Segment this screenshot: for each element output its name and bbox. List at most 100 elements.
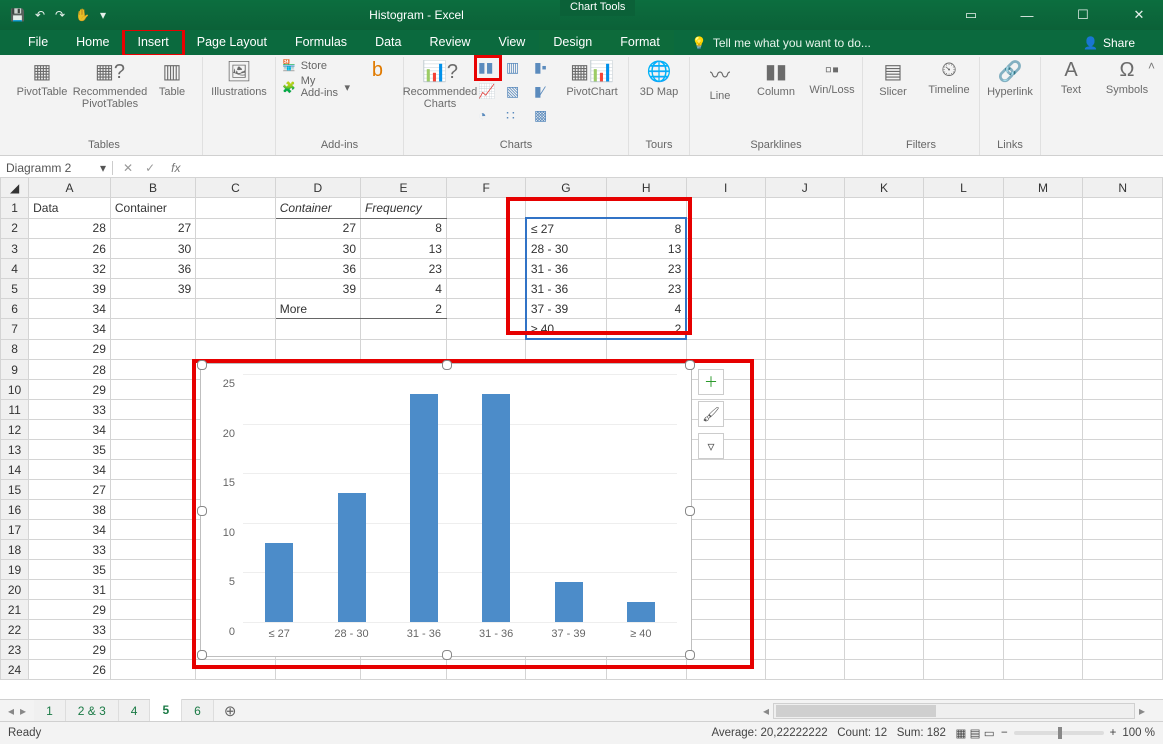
cell-N20[interactable] [1083, 580, 1163, 600]
row-header-17[interactable]: 17 [1, 520, 29, 540]
cell-L7[interactable] [924, 319, 1003, 340]
chart-filters-button[interactable]: ▿ [698, 433, 724, 459]
cell-M20[interactable] [1003, 580, 1083, 600]
cell-A12[interactable]: 34 [29, 420, 111, 440]
cell-B6[interactable] [110, 299, 195, 319]
cell-J14[interactable] [765, 460, 844, 480]
cell-L4[interactable] [924, 259, 1003, 279]
cell-L5[interactable] [924, 279, 1003, 299]
row-header-22[interactable]: 22 [1, 620, 29, 640]
redo-icon[interactable]: ↷ [55, 8, 65, 22]
row-header-20[interactable]: 20 [1, 580, 29, 600]
cell-A21[interactable]: 29 [29, 600, 111, 620]
cell-L17[interactable] [924, 520, 1003, 540]
cell-A14[interactable]: 34 [29, 460, 111, 480]
cell-D2[interactable]: 27 [275, 218, 360, 239]
row-header-10[interactable]: 10 [1, 380, 29, 400]
cell-J24[interactable] [765, 660, 844, 680]
cell-B14[interactable] [110, 460, 195, 480]
zoom-in-icon[interactable]: + [1110, 727, 1117, 739]
cell-N7[interactable] [1083, 319, 1163, 340]
cell-A11[interactable]: 33 [29, 400, 111, 420]
cell-E4[interactable]: 23 [361, 259, 447, 279]
new-sheet-button[interactable]: ⊕ [214, 702, 247, 720]
statistic-chart-button[interactable]: ▮▪ [534, 59, 554, 77]
cell-N12[interactable] [1083, 420, 1163, 440]
cell-E2[interactable]: 8 [361, 218, 447, 239]
cell-J18[interactable] [765, 540, 844, 560]
cell-B17[interactable] [110, 520, 195, 540]
qat-more-icon[interactable]: ▾ [100, 8, 106, 22]
cell-B24[interactable] [110, 660, 195, 680]
worksheet-grid[interactable]: ◢ABCDEFGHIJKLMN1DataContainerContainerFr… [0, 177, 1163, 700]
cell-B15[interactable] [110, 480, 195, 500]
cell-A8[interactable]: 29 [29, 339, 111, 360]
illustrations-button[interactable]: 🖼Illustrations [209, 59, 269, 98]
slicer-button[interactable]: ▤Slicer [869, 59, 917, 98]
cell-J1[interactable] [765, 198, 844, 219]
cell-M1[interactable] [1003, 198, 1083, 219]
cell-K7[interactable] [844, 319, 923, 340]
column-header-E[interactable]: E [361, 178, 447, 198]
tab-file[interactable]: File [14, 30, 62, 55]
cell-L21[interactable] [924, 600, 1003, 620]
column-header-M[interactable]: M [1003, 178, 1083, 198]
cell-K11[interactable] [844, 400, 923, 420]
cell-F8[interactable] [446, 339, 525, 360]
cell-M13[interactable] [1003, 440, 1083, 460]
tab-view[interactable]: View [484, 30, 539, 55]
column-chart-button[interactable]: ▮▮ [478, 59, 498, 77]
select-all-cell[interactable]: ◢ [1, 178, 29, 198]
store-button[interactable]: 🏪Store [282, 59, 327, 72]
sheet-tab-5[interactable]: 5 [150, 699, 182, 723]
cell-N11[interactable] [1083, 400, 1163, 420]
3d-map-button[interactable]: 🌐3D Map [635, 59, 683, 98]
cell-B19[interactable] [110, 560, 195, 580]
cell-I20[interactable] [686, 580, 765, 600]
table-button[interactable]: ▥Table [148, 59, 196, 98]
zoom-value[interactable]: 100 % [1122, 727, 1155, 739]
cell-B7[interactable] [110, 319, 195, 340]
line-chart-button[interactable]: 📈 [478, 83, 498, 101]
cell-A9[interactable]: 28 [29, 360, 111, 380]
cell-J16[interactable] [765, 500, 844, 520]
fx-icon[interactable]: fx [171, 161, 180, 175]
cell-I16[interactable] [686, 500, 765, 520]
cell-K13[interactable] [844, 440, 923, 460]
cell-N1[interactable] [1083, 198, 1163, 219]
cell-M2[interactable] [1003, 218, 1083, 239]
cell-A24[interactable]: 26 [29, 660, 111, 680]
row-header-14[interactable]: 14 [1, 460, 29, 480]
chart-elements-button[interactable]: ＋ [698, 369, 724, 395]
cell-N18[interactable] [1083, 540, 1163, 560]
save-icon[interactable]: 💾 [10, 8, 25, 22]
cell-N4[interactable] [1083, 259, 1163, 279]
chart-styles-button[interactable]: 🖌 [698, 401, 724, 427]
cell-J21[interactable] [765, 600, 844, 620]
cell-L12[interactable] [924, 420, 1003, 440]
sheet-nav-next-icon[interactable]: ▸ [20, 704, 26, 718]
cell-J13[interactable] [765, 440, 844, 460]
cell-I17[interactable] [686, 520, 765, 540]
cell-K18[interactable] [844, 540, 923, 560]
cell-A5[interactable]: 39 [29, 279, 111, 299]
text-button[interactable]: AText [1047, 59, 1095, 96]
sparkline-column-button[interactable]: ▮▮Column [752, 59, 800, 98]
bar-1[interactable] [338, 493, 366, 622]
row-header-7[interactable]: 7 [1, 319, 29, 340]
cell-L22[interactable] [924, 620, 1003, 640]
cell-K15[interactable] [844, 480, 923, 500]
cell-N9[interactable] [1083, 360, 1163, 380]
cell-E5[interactable]: 4 [361, 279, 447, 299]
cell-K5[interactable] [844, 279, 923, 299]
sheet-tab-2and3[interactable]: 2 & 3 [66, 700, 119, 722]
cell-D24[interactable] [275, 660, 360, 680]
tab-review[interactable]: Review [415, 30, 484, 55]
cell-L6[interactable] [924, 299, 1003, 319]
cell-L15[interactable] [924, 480, 1003, 500]
cell-G3[interactable]: 28 - 30 [526, 239, 606, 259]
sheet-tab-4[interactable]: 4 [119, 700, 151, 722]
cell-L3[interactable] [924, 239, 1003, 259]
column-header-D[interactable]: D [275, 178, 360, 198]
bar-4[interactable] [555, 582, 583, 622]
